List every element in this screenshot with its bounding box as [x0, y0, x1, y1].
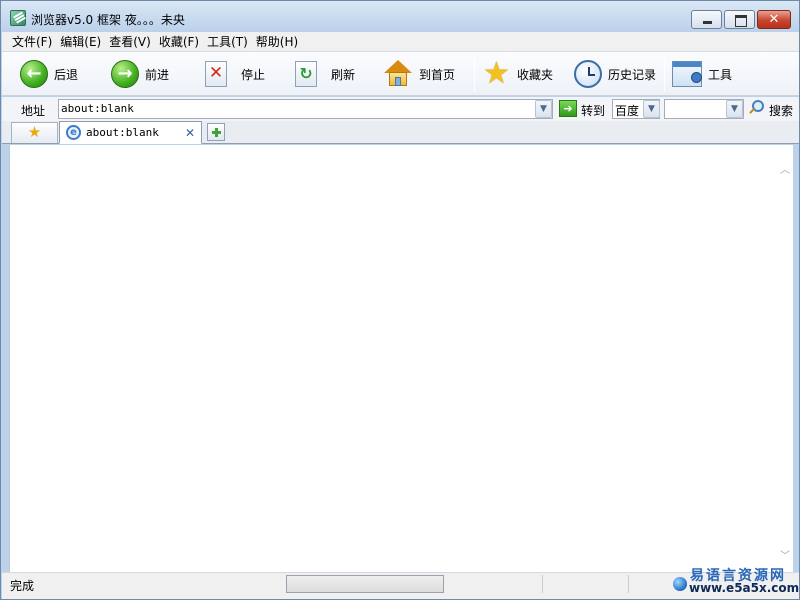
back-button[interactable]: ← 后退: [20, 57, 78, 91]
home-button[interactable]: 到首页: [383, 57, 455, 91]
favorites-button[interactable]: ★ 收藏夹: [483, 57, 553, 91]
home-icon: [383, 60, 413, 88]
toolbar-separator: [664, 58, 665, 92]
stop-icon: ✕: [205, 61, 227, 87]
address-bar: 地址 about:blank ▼ ➜ 转到 百度 ▼ ▼ 搜索: [2, 97, 799, 121]
clock-icon: [574, 60, 602, 88]
maximize-button[interactable]: [724, 10, 755, 29]
forward-button[interactable]: → 前进: [111, 57, 169, 91]
tools-icon: [672, 61, 702, 87]
refresh-label: 刷新: [331, 67, 356, 82]
favorites-label: 收藏夹: [517, 67, 554, 82]
refresh-button[interactable]: ↻ 刷新: [292, 57, 355, 91]
tools-label: 工具: [708, 67, 733, 82]
menu-bar: 文件(F) 编辑(E) 查看(V) 收藏(F) 工具(T) 帮助(H): [2, 32, 799, 51]
arrow-right-icon: →: [111, 60, 139, 88]
close-icon: ✕: [768, 12, 780, 27]
status-divider: [628, 575, 629, 593]
history-button[interactable]: 历史记录: [574, 57, 656, 91]
star-icon: ★: [27, 123, 42, 141]
status-divider: [542, 575, 543, 593]
title-bar[interactable]: 浏览器v5.0 框架 夜。。。未央 ✕: [1, 1, 799, 32]
search-icon[interactable]: [749, 100, 764, 114]
star-icon: ★: [483, 56, 510, 91]
close-button[interactable]: ✕: [757, 10, 791, 29]
globe-icon: [673, 577, 687, 591]
menu-favorites[interactable]: 收藏(F): [159, 33, 199, 50]
address-label: 地址: [21, 104, 46, 118]
go-arrow-icon[interactable]: ➜: [559, 100, 577, 117]
toolbar-separator: [474, 58, 475, 92]
stop-button[interactable]: ✕ 停止: [202, 57, 265, 91]
tab-page[interactable]: e about:blank ✕: [59, 121, 202, 144]
address-input[interactable]: about:blank: [58, 99, 553, 119]
app-logo-icon: [10, 10, 26, 26]
menu-file[interactable]: 文件(F): [12, 33, 52, 50]
menu-view[interactable]: 查看(V): [109, 33, 151, 50]
toolbar: ← 后退 → 前进 ✕ 停止 ↻ 刷新 到首页 ★ 收藏夹 历史记录 工具: [2, 51, 799, 96]
vertical-scrollbar[interactable]: ︿ ﹀: [776, 145, 793, 572]
close-tab-icon[interactable]: ✕: [183, 127, 197, 140]
progress-bar: [286, 575, 444, 593]
search-dropdown-button[interactable]: ▼: [726, 100, 743, 118]
tab-title: about:blank: [86, 126, 159, 139]
scroll-down-icon[interactable]: ﹀: [780, 547, 790, 562]
menu-tools[interactable]: 工具(T): [207, 33, 248, 50]
window-title: 浏览器v5.0 框架 夜。。。未央: [31, 13, 185, 27]
browser-window: 浏览器v5.0 框架 夜。。。未央 ✕ 文件(F) 编辑(E) 查看(V) 收藏…: [0, 0, 800, 600]
refresh-icon: ↻: [295, 61, 317, 87]
chevron-down-icon: ▼: [540, 104, 547, 114]
status-text: 完成: [10, 579, 35, 593]
menu-help[interactable]: 帮助(H): [256, 33, 298, 50]
page-icon: e: [66, 125, 81, 140]
page-content[interactable]: ︿ ﹀: [9, 145, 793, 572]
menu-edit[interactable]: 编辑(E): [60, 33, 101, 50]
home-label: 到首页: [419, 67, 456, 82]
arrow-left-icon: ←: [20, 60, 48, 88]
go-button[interactable]: 转到: [581, 102, 605, 119]
new-tab-button[interactable]: [207, 123, 225, 141]
favorites-tab[interactable]: ★: [11, 122, 58, 143]
watermark-url: www.e5a5x.com: [689, 581, 800, 595]
search-engine-dropdown-button[interactable]: ▼: [643, 100, 660, 118]
back-label: 后退: [54, 67, 79, 82]
search-button[interactable]: 搜索: [769, 102, 793, 119]
tab-strip: ★ e about:blank ✕: [2, 121, 799, 144]
forward-label: 前进: [145, 67, 170, 82]
scroll-up-icon[interactable]: ︿: [780, 161, 790, 176]
tools-button[interactable]: 工具: [672, 57, 732, 91]
chevron-down-icon: ▼: [648, 104, 655, 114]
chevron-down-icon: ▼: [731, 104, 738, 114]
stop-label: 停止: [241, 67, 266, 82]
address-dropdown-button[interactable]: ▼: [535, 100, 552, 118]
history-label: 历史记录: [608, 67, 657, 82]
minimize-button[interactable]: [691, 10, 722, 29]
status-bar: 完成 易语言资源网 www.e5a5x.com: [2, 568, 800, 599]
